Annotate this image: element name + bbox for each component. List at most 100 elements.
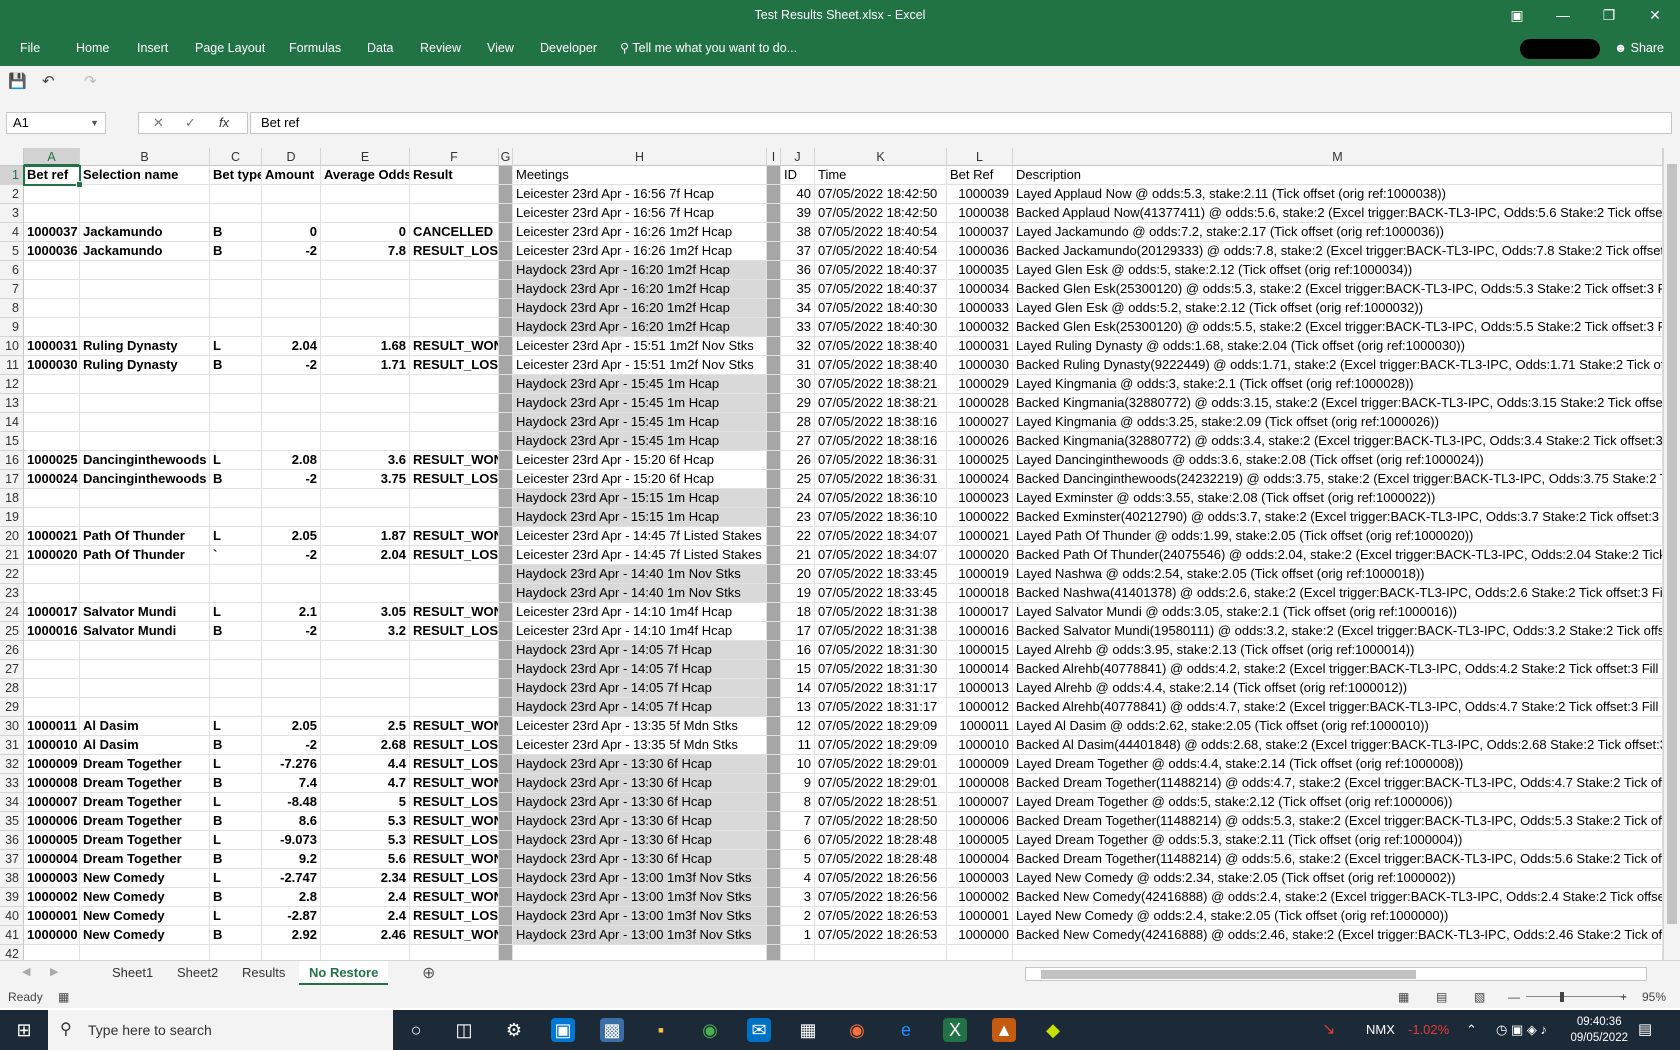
row-header[interactable]: 25 bbox=[0, 622, 24, 641]
cell-j2[interactable]: 40 bbox=[781, 185, 815, 204]
cell-h5[interactable]: Leicester 23rd Apr - 16:26 1m2f Hcap bbox=[513, 242, 767, 261]
cell-h19[interactable]: Haydock 23rd Apr - 15:15 1m Hcap bbox=[513, 508, 767, 527]
cell-c41[interactable]: B bbox=[210, 926, 262, 945]
cell-m33[interactable]: Backed Dream Together(11488214) @ odds:4… bbox=[1013, 774, 1663, 793]
cell-a32[interactable]: 1000009 bbox=[24, 755, 80, 774]
cell-e15[interactable] bbox=[321, 432, 410, 451]
cell-i31[interactable] bbox=[767, 736, 781, 755]
cell-d3[interactable] bbox=[262, 204, 321, 223]
cell-c6[interactable] bbox=[210, 261, 262, 280]
cell-l36[interactable]: 1000005 bbox=[947, 831, 1013, 850]
tab-home[interactable]: Home bbox=[76, 37, 109, 59]
cell-k9[interactable]: 07/05/2022 18:40:30 bbox=[815, 318, 947, 337]
cell-h37[interactable]: Haydock 23rd Apr - 13:30 6f Hcap bbox=[513, 850, 767, 869]
column-header-h[interactable]: H bbox=[513, 148, 767, 166]
cell-b14[interactable] bbox=[80, 413, 210, 432]
page-layout-view-icon[interactable]: ▤ bbox=[1436, 986, 1447, 1008]
row-header[interactable]: 23 bbox=[0, 584, 24, 603]
cell-f14[interactable] bbox=[410, 413, 499, 432]
cell-l37[interactable]: 1000004 bbox=[947, 850, 1013, 869]
cell-e27[interactable] bbox=[321, 660, 410, 679]
cell-c4[interactable]: B bbox=[210, 223, 262, 242]
cell-a25[interactable]: 1000016 bbox=[24, 622, 80, 641]
cell-c23[interactable] bbox=[210, 584, 262, 603]
cell-j13[interactable]: 29 bbox=[781, 394, 815, 413]
cell-e22[interactable] bbox=[321, 565, 410, 584]
cell-m13[interactable]: Backed Kingmania(32880772) @ odds:3.15, … bbox=[1013, 394, 1663, 413]
cell-m17[interactable]: Backed Dancinginthewoods(24232219) @ odd… bbox=[1013, 470, 1663, 489]
cell-b33[interactable]: Dream Together bbox=[80, 774, 210, 793]
cell-h6[interactable]: Haydock 23rd Apr - 16:20 1m2f Hcap bbox=[513, 261, 767, 280]
cell-l30[interactable]: 1000011 bbox=[947, 717, 1013, 736]
cell-f11[interactable]: RESULT_LOST bbox=[410, 356, 499, 375]
cell-k31[interactable]: 07/05/2022 18:29:09 bbox=[815, 736, 947, 755]
cell-e9[interactable] bbox=[321, 318, 410, 337]
cell-l28[interactable]: 1000013 bbox=[947, 679, 1013, 698]
cell-h34[interactable]: Haydock 23rd Apr - 13:30 6f Hcap bbox=[513, 793, 767, 812]
cell-j17[interactable]: 25 bbox=[781, 470, 815, 489]
cell-l25[interactable]: 1000016 bbox=[947, 622, 1013, 641]
cell-f12[interactable] bbox=[410, 375, 499, 394]
cell-h42[interactable] bbox=[513, 945, 767, 960]
cell-a14[interactable] bbox=[24, 413, 80, 432]
enter-icon[interactable]: ✓ bbox=[185, 113, 196, 133]
cell-i4[interactable] bbox=[767, 223, 781, 242]
cell-j1[interactable]: ID bbox=[781, 166, 815, 185]
cell-h35[interactable]: Haydock 23rd Apr - 13:30 6f Hcap bbox=[513, 812, 767, 831]
cell-m11[interactable]: Backed Ruling Dynasty(9222449) @ odds:1.… bbox=[1013, 356, 1663, 375]
row-header[interactable]: 36 bbox=[0, 831, 24, 850]
cell-f6[interactable] bbox=[410, 261, 499, 280]
cell-f19[interactable] bbox=[410, 508, 499, 527]
cell-i39[interactable] bbox=[767, 888, 781, 907]
cell-b41[interactable]: New Comedy bbox=[80, 926, 210, 945]
cancel-icon[interactable]: ✕ bbox=[153, 113, 164, 133]
cell-g14[interactable] bbox=[499, 413, 513, 432]
cell-h2[interactable]: Leicester 23rd Apr - 16:56 7f Hcap bbox=[513, 185, 767, 204]
column-header-l[interactable]: L bbox=[947, 148, 1013, 166]
cell-d27[interactable] bbox=[262, 660, 321, 679]
row-header[interactable]: 30 bbox=[0, 717, 24, 736]
tab-view[interactable]: View bbox=[487, 37, 514, 59]
cell-l32[interactable]: 1000009 bbox=[947, 755, 1013, 774]
cell-i42[interactable] bbox=[767, 945, 781, 960]
cell-f31[interactable]: RESULT_LOST bbox=[410, 736, 499, 755]
chrome-icon[interactable]: ◉ bbox=[698, 1018, 722, 1042]
cell-e42[interactable] bbox=[321, 945, 410, 960]
cell-g29[interactable] bbox=[499, 698, 513, 717]
cell-i20[interactable] bbox=[767, 527, 781, 546]
row-header[interactable]: 34 bbox=[0, 793, 24, 812]
cell-g39[interactable] bbox=[499, 888, 513, 907]
cell-b19[interactable] bbox=[80, 508, 210, 527]
sheet-tab-no-restore[interactable]: No Restore bbox=[299, 961, 389, 985]
cell-b35[interactable]: Dream Together bbox=[80, 812, 210, 831]
cell-a39[interactable]: 1000002 bbox=[24, 888, 80, 907]
cell-j8[interactable]: 34 bbox=[781, 299, 815, 318]
cell-d1[interactable]: Amount bbox=[262, 166, 321, 185]
row-header[interactable]: 16 bbox=[0, 451, 24, 470]
cell-c39[interactable]: B bbox=[210, 888, 262, 907]
cell-f20[interactable]: RESULT_WON bbox=[410, 527, 499, 546]
cell-b9[interactable] bbox=[80, 318, 210, 337]
cell-k21[interactable]: 07/05/2022 18:34:07 bbox=[815, 546, 947, 565]
cell-j42[interactable] bbox=[781, 945, 815, 960]
cell-j19[interactable]: 23 bbox=[781, 508, 815, 527]
cell-c36[interactable]: L bbox=[210, 831, 262, 850]
cell-c5[interactable]: B bbox=[210, 242, 262, 261]
cell-d21[interactable]: -2 bbox=[262, 546, 321, 565]
task-view-icon[interactable]: ◫ bbox=[452, 1018, 476, 1042]
cell-l16[interactable]: 1000025 bbox=[947, 451, 1013, 470]
row-header[interactable]: 2 bbox=[0, 185, 24, 204]
cell-c14[interactable] bbox=[210, 413, 262, 432]
cell-a35[interactable]: 1000006 bbox=[24, 812, 80, 831]
cell-j6[interactable]: 36 bbox=[781, 261, 815, 280]
cell-l3[interactable]: 1000038 bbox=[947, 204, 1013, 223]
tab-page-layout[interactable]: Page Layout bbox=[195, 37, 265, 59]
cell-j7[interactable]: 35 bbox=[781, 280, 815, 299]
cell-d34[interactable]: -8.48 bbox=[262, 793, 321, 812]
cell-d42[interactable] bbox=[262, 945, 321, 960]
cell-e28[interactable] bbox=[321, 679, 410, 698]
cell-l12[interactable]: 1000029 bbox=[947, 375, 1013, 394]
cell-f16[interactable]: RESULT_WON bbox=[410, 451, 499, 470]
cell-c29[interactable] bbox=[210, 698, 262, 717]
cell-f41[interactable]: RESULT_WON bbox=[410, 926, 499, 945]
